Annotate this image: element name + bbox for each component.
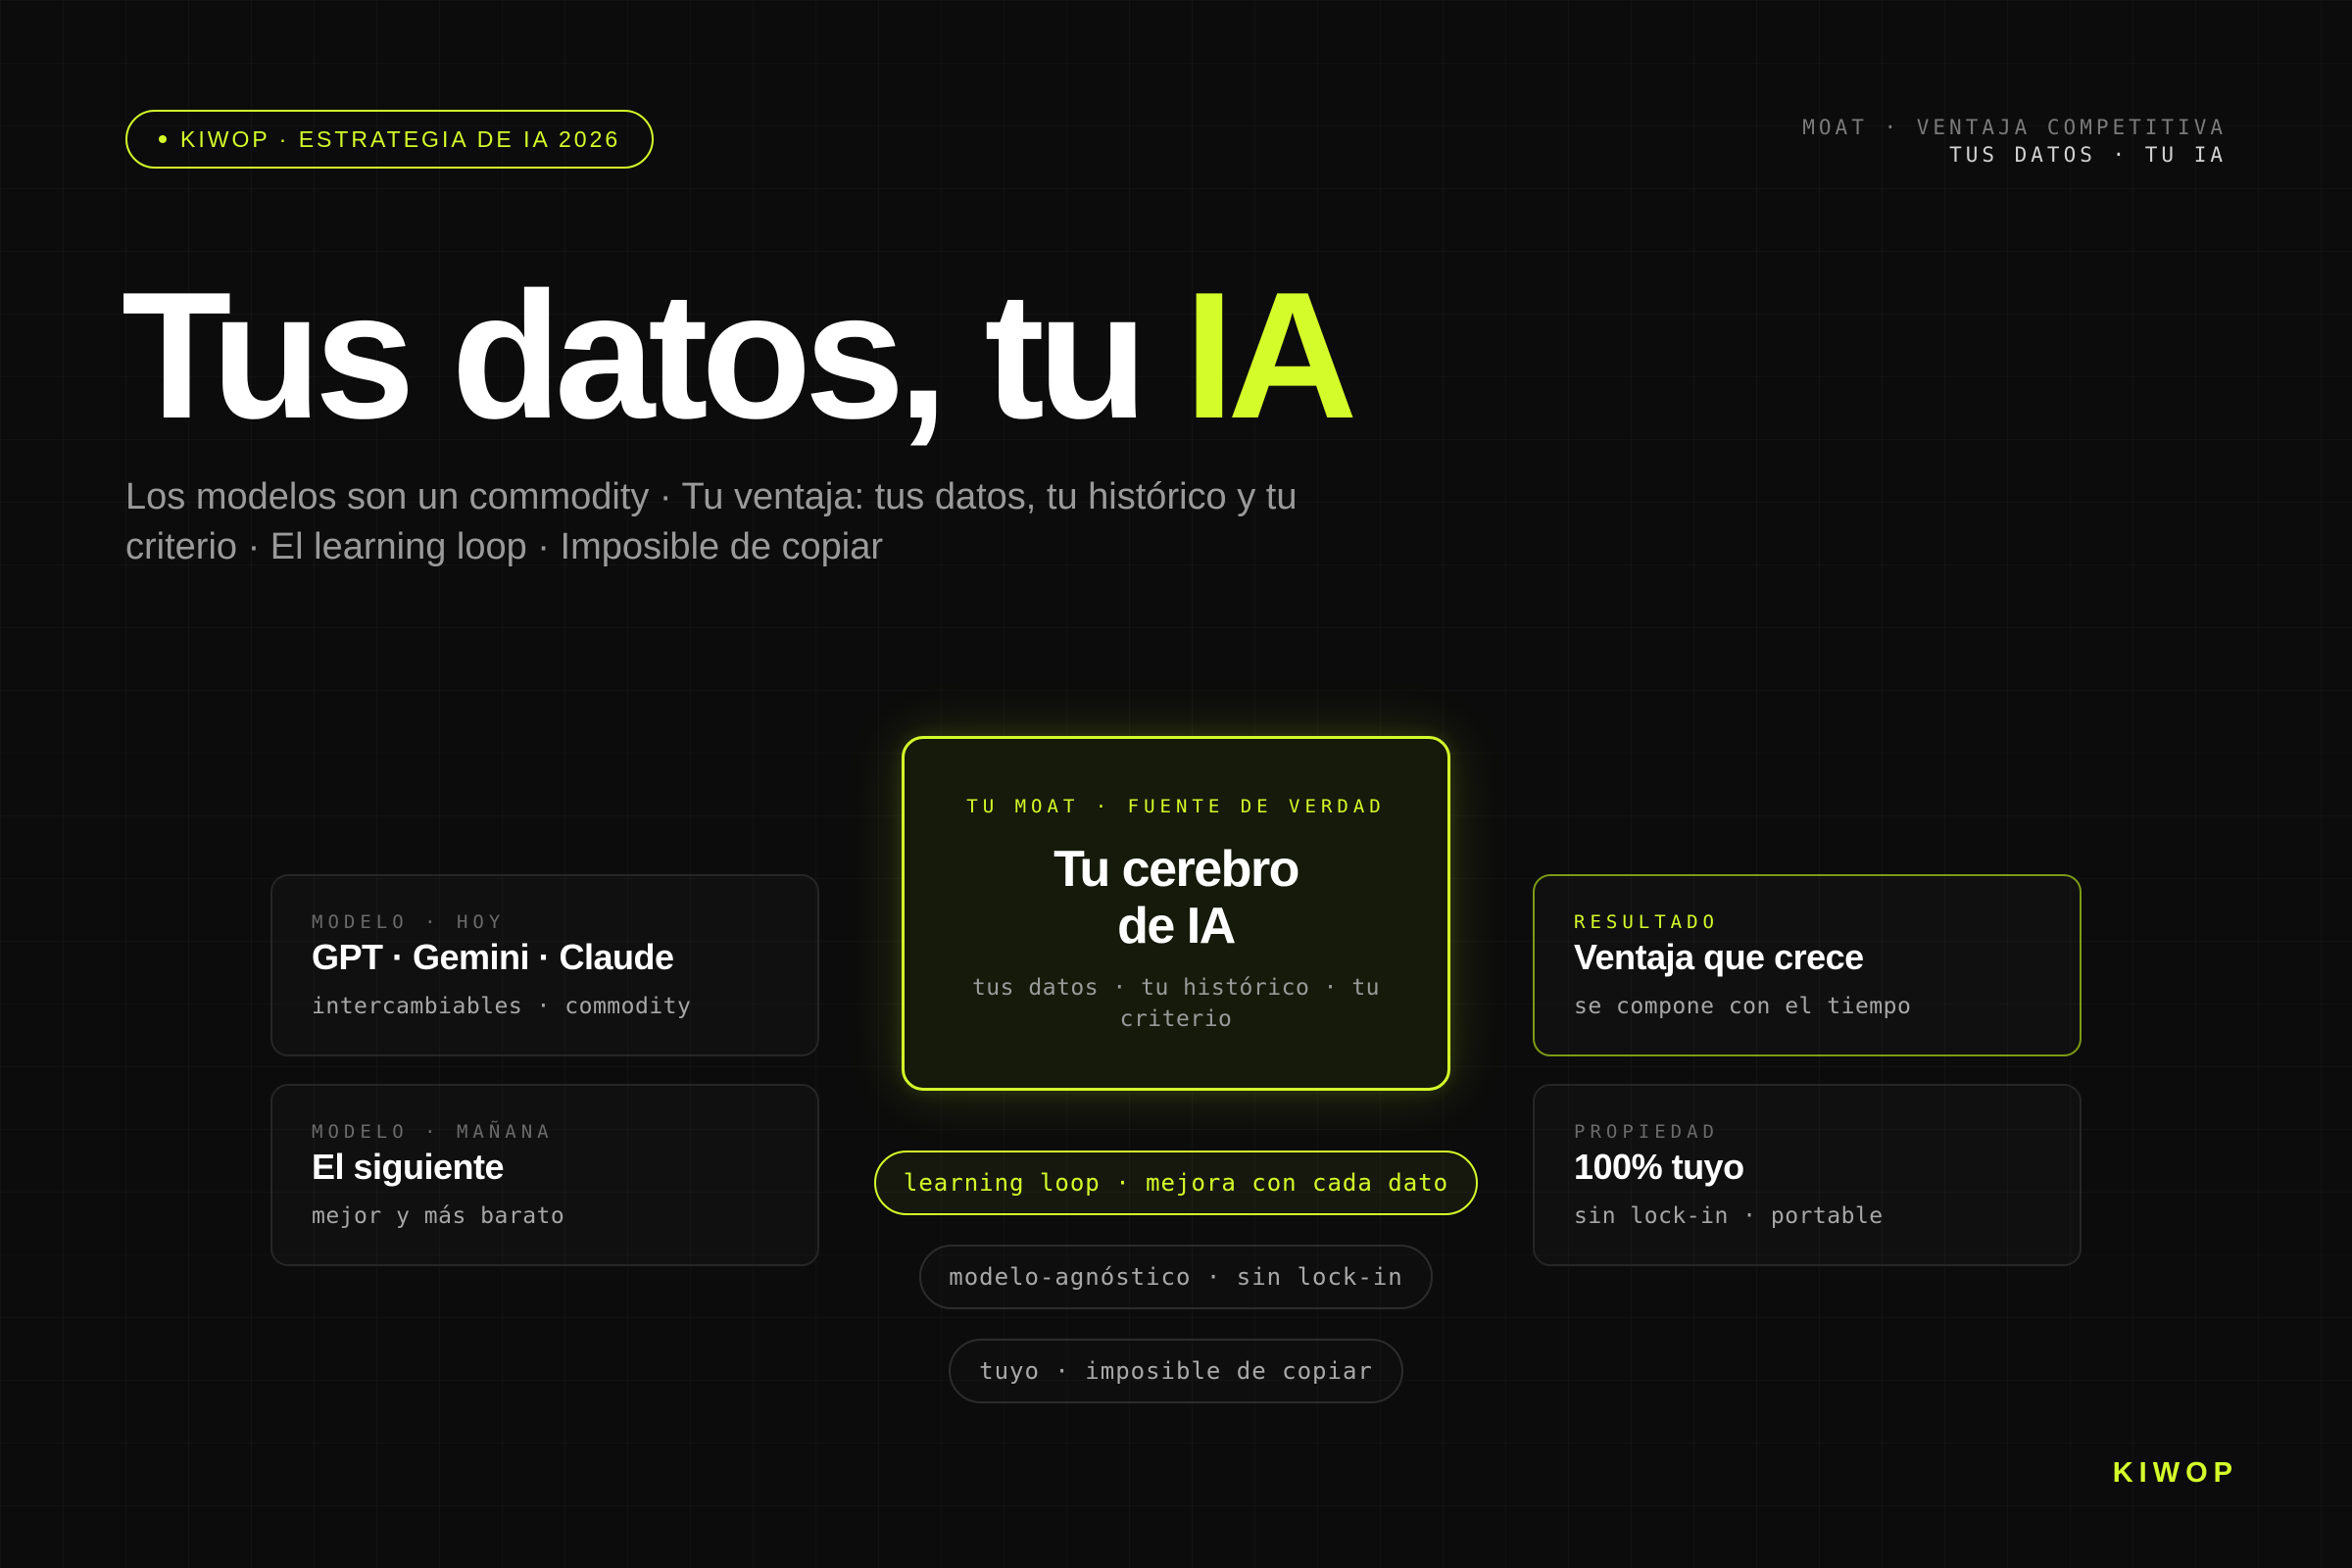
title-accent: IA bbox=[1184, 254, 1357, 456]
card-desc: sin lock-in · portable bbox=[1574, 1203, 1884, 1229]
card-desc: mejor y más barato bbox=[312, 1203, 565, 1229]
hub-title: Tu cerebro de IA bbox=[905, 841, 1447, 955]
page-title: Tus datos, tu IA bbox=[122, 265, 1357, 445]
hub-card: TU MOAT · FUENTE DE VERDAD Tu cerebro de… bbox=[902, 736, 1450, 1091]
card-desc: se compone con el tiempo bbox=[1574, 994, 1912, 1019]
card-eyebrow: MODELO · HOY bbox=[312, 911, 506, 933]
subtitle: Los modelos son un commodity · Tu ventaj… bbox=[125, 476, 1298, 567]
header-meta: MOAT · VENTAJA COMPETITIVA TUS DATOS · T… bbox=[1802, 114, 2227, 169]
meta-line-1: MOAT · VENTAJA COMPETITIVA bbox=[1802, 116, 2227, 139]
card-desc: intercambiables · commodity bbox=[312, 994, 692, 1019]
hub-title-line-1: Tu cerebro bbox=[1054, 841, 1299, 898]
pill-dot-icon bbox=[159, 135, 167, 143]
tag-model-agnostic: modelo-agnóstico · sin lock-in bbox=[919, 1245, 1433, 1309]
card-title: GPT · Gemini · Claude bbox=[312, 937, 674, 977]
hub-desc: tus datos · tu histórico · tu criterio bbox=[971, 975, 1381, 1032]
card-eyebrow: PROPIEDAD bbox=[1574, 1121, 1719, 1143]
card-ownership: PROPIEDAD 100% tuyo sin lock-in · portab… bbox=[1533, 1084, 2082, 1266]
pill-label: KIWOP · ESTRATEGIA DE IA 2026 bbox=[180, 125, 621, 152]
card-title: El siguiente bbox=[312, 1147, 505, 1187]
tag-yours: tuyo · imposible de copiar bbox=[949, 1339, 1403, 1403]
card-title: Ventaja que crece bbox=[1574, 937, 1864, 977]
card-eyebrow: MODELO · MAÑANA bbox=[312, 1121, 554, 1143]
header-pill: KIWOP · ESTRATEGIA DE IA 2026 bbox=[125, 110, 655, 169]
hub-eyebrow: TU MOAT · FUENTE DE VERDAD bbox=[966, 796, 1386, 817]
card-title: 100% tuyo bbox=[1574, 1147, 1744, 1187]
tag-learning-loop: learning loop · mejora con cada dato bbox=[874, 1151, 1478, 1215]
card-model-tomorrow: MODELO · MAÑANA El siguiente mejor y más… bbox=[270, 1084, 819, 1266]
brand-logo: KIWOP bbox=[2112, 1457, 2238, 1489]
card-result: RESULTADO Ventaja que crece se compone c… bbox=[1533, 874, 2082, 1056]
meta-line-2: TUS DATOS · TU IA bbox=[1949, 143, 2227, 167]
card-model-today: MODELO · HOY GPT · Gemini · Claude inter… bbox=[270, 874, 819, 1056]
title-main: Tus datos, tu bbox=[122, 254, 1185, 456]
card-eyebrow: RESULTADO bbox=[1574, 911, 1719, 933]
hub-title-line-2: de IA bbox=[1117, 898, 1236, 955]
